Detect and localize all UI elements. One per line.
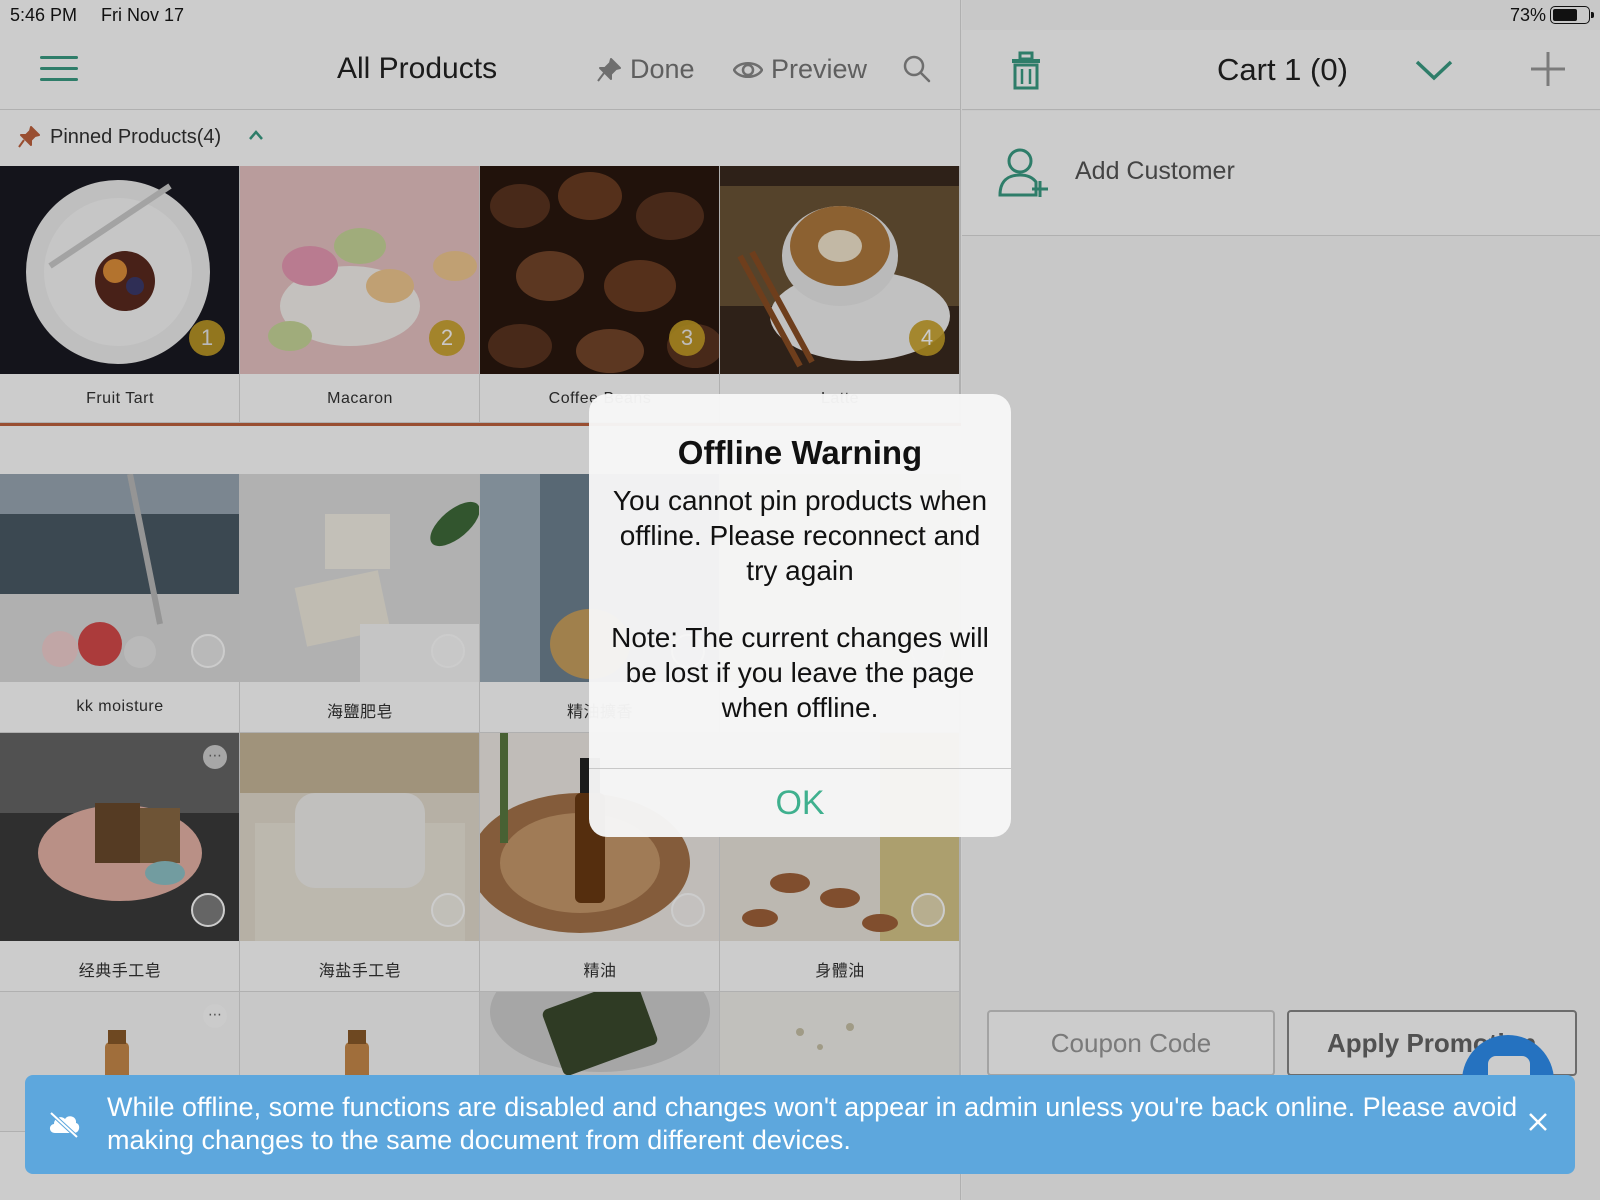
- offline-banner-text: While offline, some functions are disabl…: [107, 1092, 1518, 1155]
- status-time: 5:46 PM: [10, 5, 78, 25]
- battery-percent: 73%: [1509, 5, 1546, 25]
- dialog-message: You cannot pin products when offline. Pl…: [612, 485, 988, 586]
- status-bar: 5:46 PM Fri Nov 17 73%: [0, 0, 1600, 30]
- offline-warning-dialog: Offline Warning You cannot pin products …: [589, 394, 1011, 837]
- dialog-title: Offline Warning: [677, 434, 923, 471]
- ok-button[interactable]: OK: [589, 769, 1011, 837]
- app-root: All Products Done Preview Pinned Product…: [0, 0, 1600, 1200]
- dialog-note: Note: The current changes will be lost i…: [611, 622, 989, 723]
- status-date: Fri Nov 17: [101, 5, 185, 25]
- offline-banner: While offline, some functions are disabl…: [25, 1075, 1575, 1174]
- close-icon[interactable]: [1527, 1111, 1549, 1133]
- cloud-offline-icon: [49, 1111, 80, 1139]
- battery-icon: [1550, 6, 1594, 24]
